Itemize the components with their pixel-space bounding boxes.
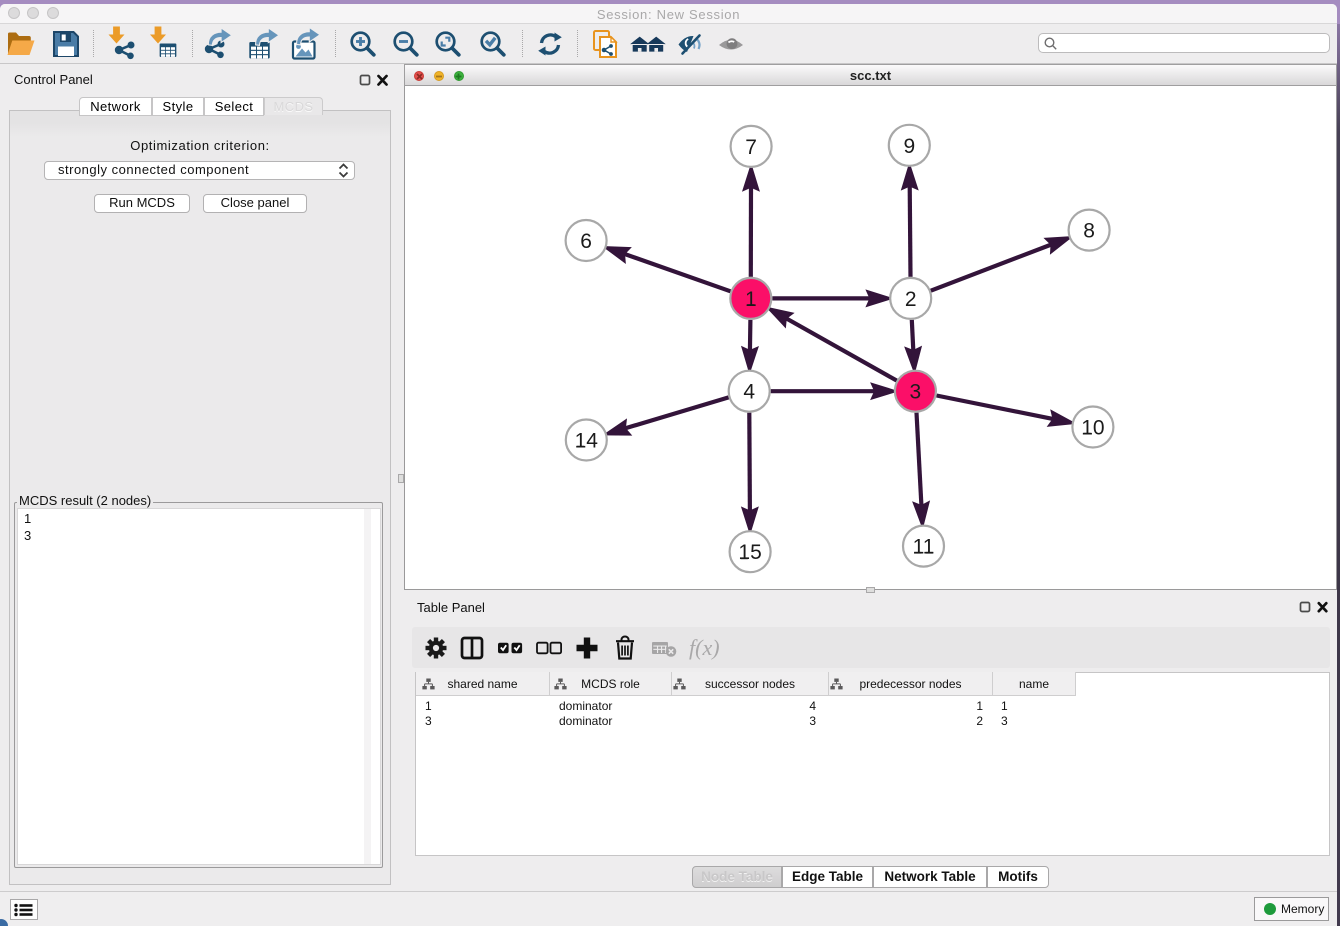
svg-text:14: 14 xyxy=(575,430,599,453)
svg-text:2: 2 xyxy=(905,288,917,311)
svg-text:7: 7 xyxy=(745,136,757,159)
svg-text:6: 6 xyxy=(580,230,592,253)
svg-text:3: 3 xyxy=(910,381,922,404)
svg-text:15: 15 xyxy=(738,541,761,564)
svg-text:11: 11 xyxy=(913,536,935,559)
svg-text:10: 10 xyxy=(1081,417,1104,440)
svg-text:f(x): f(x) xyxy=(689,635,720,660)
svg-text:9: 9 xyxy=(903,135,915,158)
svg-text:4: 4 xyxy=(743,381,755,404)
svg-text:1: 1 xyxy=(745,288,757,311)
svg-text:8: 8 xyxy=(1083,220,1095,243)
